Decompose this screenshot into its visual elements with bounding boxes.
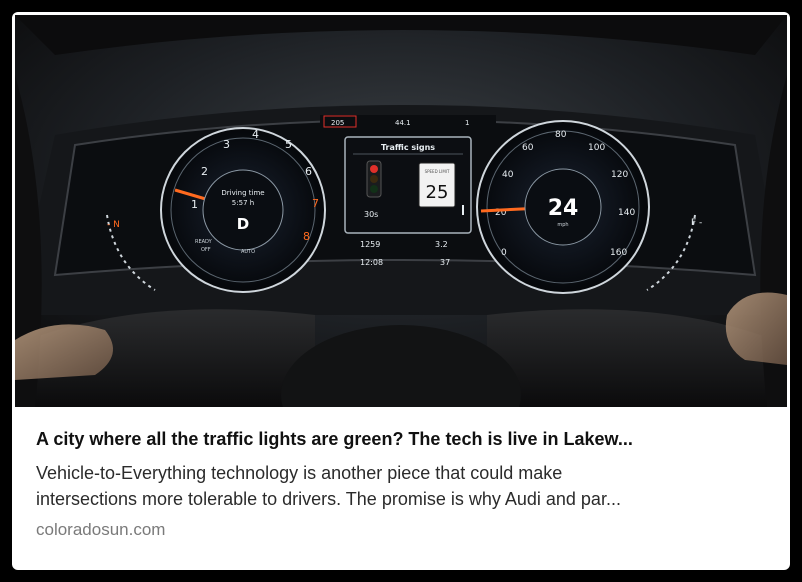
- svg-text:8: 8: [303, 230, 310, 243]
- driving-time-value: 5:57 h: [232, 199, 254, 207]
- svg-text:120: 120: [611, 170, 628, 180]
- temperature-readout: 37: [440, 258, 450, 267]
- card-text: A city where all the traffic lights are …: [36, 427, 776, 542]
- svg-text:- N: - N: [107, 220, 120, 230]
- ready-indicator: READY: [195, 239, 213, 245]
- svg-text:40: 40: [502, 170, 514, 180]
- svg-text:7: 7: [312, 197, 319, 210]
- card-description-line: Vehicle-to-Everything technology is anot…: [36, 463, 563, 483]
- dashboard-photo: 3 4 5 6 7 8 2 1 Driving time 5:57 h D RE…: [15, 15, 787, 407]
- svg-text:F -: F -: [691, 218, 702, 228]
- svg-text:6: 6: [305, 165, 312, 178]
- fuel-readout: 205: [331, 119, 344, 127]
- off-indicator: OFF: [201, 247, 211, 253]
- svg-text:60: 60: [522, 143, 534, 153]
- traffic-signs-panel: Traffic signs 30s SPEED LIMIT 25: [344, 136, 472, 234]
- svg-text:80: 80: [555, 130, 567, 140]
- speedometer-gauge: 0 20 40 60 80 100 120 140 160 24 mph: [476, 120, 650, 294]
- panel-title: Traffic signs: [381, 143, 435, 152]
- card-description: Vehicle-to-Everything technology is anot…: [36, 460, 776, 512]
- svg-text:2: 2: [201, 165, 208, 178]
- tire-pressure-readout: 44.1: [395, 119, 411, 127]
- svg-text:140: 140: [618, 208, 635, 218]
- card-title[interactable]: A city where all the traffic lights are …: [36, 427, 776, 451]
- card-description-line: intersections more tolerable to drivers.…: [36, 489, 621, 509]
- top-right-readout: 1: [465, 119, 469, 127]
- clock-readout: 12:08: [360, 258, 383, 267]
- svg-text:4: 4: [252, 128, 259, 141]
- svg-text:1: 1: [191, 198, 198, 211]
- driving-time-label: Driving time: [221, 189, 264, 197]
- auto-indicator: AUTO: [241, 249, 255, 255]
- odometer-readout: 1259: [360, 240, 380, 249]
- trip-readout: 3.2: [435, 240, 448, 249]
- svg-text:3: 3: [223, 138, 230, 151]
- link-preview-card[interactable]: 3 4 5 6 7 8 2 1 Driving time 5:57 h D RE…: [12, 12, 790, 570]
- svg-text:5: 5: [285, 138, 292, 151]
- gear-indicator: D: [237, 215, 249, 233]
- svg-text:0: 0: [501, 248, 507, 258]
- preview-image[interactable]: 3 4 5 6 7 8 2 1 Driving time 5:57 h D RE…: [15, 15, 787, 407]
- speed-readout: 24: [548, 196, 579, 221]
- svg-text:160: 160: [610, 248, 627, 258]
- speed-unit: mph: [557, 222, 568, 228]
- top-status-strip: 205 44.1 1: [320, 115, 496, 129]
- card-domain[interactable]: coloradosun.com: [36, 518, 776, 542]
- speed-limit-label: SPEED LIMIT: [425, 169, 450, 174]
- screenshot-frame: 3 4 5 6 7 8 2 1 Driving time 5:57 h D RE…: [0, 0, 802, 582]
- tachometer-gauge: 3 4 5 6 7 8 2 1 Driving time 5:57 h D RE…: [160, 127, 326, 293]
- svg-text:100: 100: [588, 143, 605, 153]
- speed-limit-value: 25: [426, 182, 449, 203]
- light-timer: 30s: [364, 210, 378, 219]
